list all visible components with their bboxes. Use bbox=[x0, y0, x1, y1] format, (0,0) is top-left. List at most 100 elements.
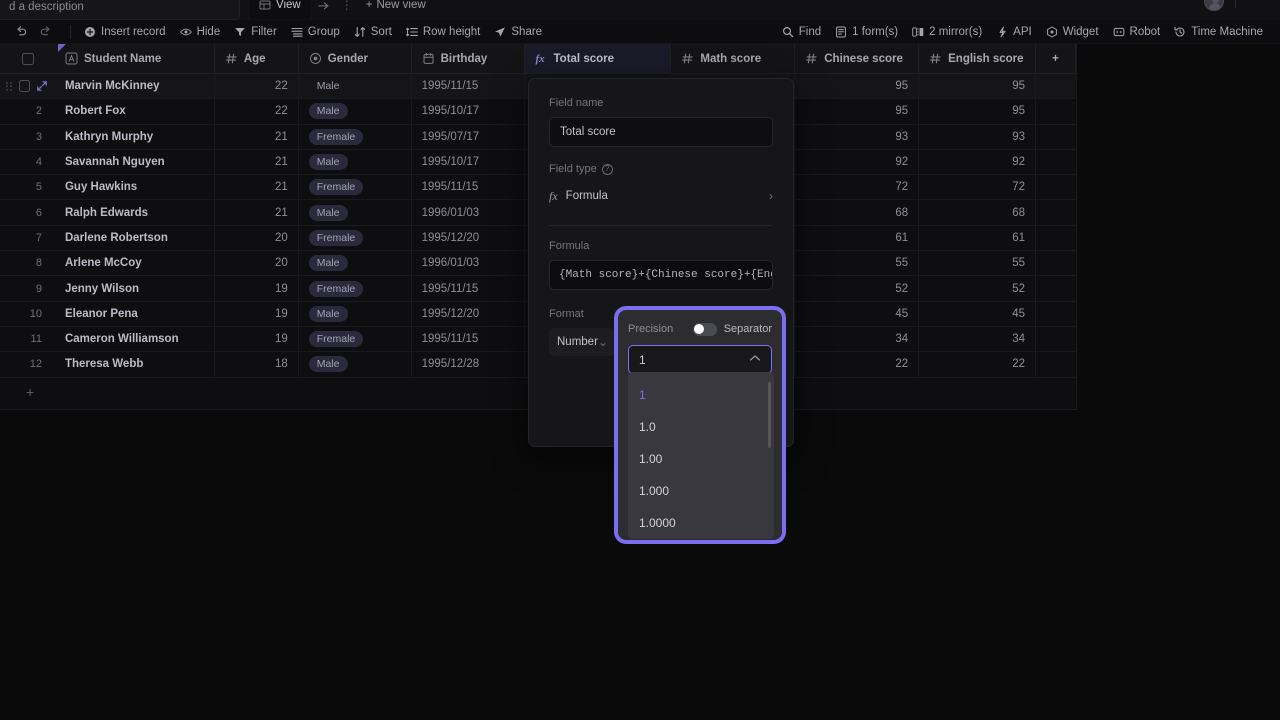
cell-student-name[interactable]: Robert Fox bbox=[58, 99, 215, 124]
cell-birthday[interactable]: 1996/01/03 bbox=[412, 251, 525, 276]
scrollbar-thumb[interactable] bbox=[768, 382, 771, 448]
field-type-select[interactable]: fx Formula › bbox=[549, 181, 773, 211]
cell-student-name[interactable]: Cameron Williamson bbox=[58, 326, 215, 352]
tab-view[interactable]: View bbox=[250, 0, 310, 19]
cell-age[interactable]: 19 bbox=[215, 276, 299, 301]
column-header-age[interactable]: Age bbox=[215, 44, 299, 73]
separator-toggle[interactable] bbox=[692, 322, 717, 336]
hide-button[interactable]: Hide bbox=[173, 21, 228, 43]
drag-handle-icon[interactable] bbox=[6, 80, 13, 92]
cell-student-name[interactable]: Kathryn Murphy bbox=[58, 124, 215, 149]
row-number-cell[interactable]: 10 bbox=[0, 302, 58, 326]
cell-chinese-score[interactable]: 45 bbox=[795, 301, 920, 326]
cell-chinese-score[interactable]: 55 bbox=[795, 251, 920, 276]
cell-age[interactable]: 22 bbox=[215, 99, 299, 124]
cell-english-score[interactable]: 68 bbox=[919, 200, 1037, 225]
cell-gender[interactable]: Fremale bbox=[299, 326, 412, 352]
cell-chinese-score[interactable]: 22 bbox=[795, 352, 920, 377]
mirrors-button[interactable]: 2 mirror(s) bbox=[905, 21, 989, 43]
cell-student-name[interactable]: Jenny Wilson bbox=[58, 276, 215, 301]
cell-gender[interactable]: Fremale bbox=[299, 175, 412, 200]
column-header-gender[interactable]: Gender bbox=[299, 44, 412, 73]
row-number-cell[interactable]: 4 bbox=[0, 150, 58, 174]
cell-student-name[interactable]: Theresa Webb bbox=[58, 352, 215, 377]
cell-birthday[interactable]: 1995/07/17 bbox=[412, 124, 525, 149]
cell-gender[interactable]: Male bbox=[299, 251, 412, 276]
cell-student-name[interactable]: Marvin McKinney bbox=[58, 74, 215, 99]
column-header-math-score[interactable]: Math score bbox=[671, 44, 796, 73]
cell-gender[interactable]: Male bbox=[299, 352, 412, 377]
column-header-english-score[interactable]: English score bbox=[919, 44, 1037, 73]
column-header-birthday[interactable]: Birthday bbox=[412, 44, 525, 73]
cell-chinese-score[interactable]: 34 bbox=[795, 326, 920, 352]
cell-birthday[interactable]: 1996/01/03 bbox=[412, 200, 525, 225]
cell-english-score[interactable]: 72 bbox=[919, 175, 1037, 200]
cell-student-name[interactable]: Eleanor Pena bbox=[58, 301, 215, 326]
cell-student-name[interactable]: Ralph Edwards bbox=[58, 200, 215, 225]
cell-age[interactable]: 19 bbox=[215, 301, 299, 326]
cell-chinese-score[interactable]: 92 bbox=[795, 149, 920, 175]
description-input[interactable]: d a description bbox=[0, 0, 240, 20]
cell-student-name[interactable]: Darlene Robertson bbox=[58, 225, 215, 251]
row-number-cell[interactable]: 12 bbox=[0, 352, 58, 376]
cell-birthday[interactable]: 1995/11/15 bbox=[412, 276, 525, 301]
precision-option[interactable]: 1.0 bbox=[628, 411, 774, 443]
precision-option[interactable]: 1.00 bbox=[628, 443, 774, 475]
help-icon[interactable]: ? bbox=[601, 163, 613, 175]
cell-age[interactable]: 18 bbox=[215, 352, 299, 377]
new-view-button[interactable]: + New view bbox=[356, 0, 436, 11]
robot-button[interactable]: Robot bbox=[1106, 21, 1168, 43]
cell-age[interactable]: 22 bbox=[215, 74, 299, 99]
cell-gender[interactable]: Male bbox=[299, 301, 412, 326]
row-number-cell[interactable]: 5 bbox=[0, 175, 58, 199]
cell-english-score[interactable]: 52 bbox=[919, 276, 1037, 301]
api-button[interactable]: API bbox=[989, 21, 1039, 43]
widget-button[interactable]: Widget bbox=[1039, 21, 1106, 43]
cell-age[interactable]: 21 bbox=[215, 175, 299, 200]
row-number-cell[interactable]: 6 bbox=[0, 200, 58, 224]
cell-student-name[interactable]: Savannah Nguyen bbox=[58, 149, 215, 175]
cell-english-score[interactable]: 95 bbox=[919, 74, 1036, 99]
more-vertical-icon[interactable]: ⋮ bbox=[338, 0, 356, 12]
cell-birthday[interactable]: 1995/12/20 bbox=[412, 301, 525, 326]
cell-age[interactable]: 21 bbox=[215, 200, 299, 225]
format-select[interactable]: Number ⌄ bbox=[549, 328, 615, 356]
cell-age[interactable]: 20 bbox=[215, 251, 299, 276]
row-height-button[interactable]: Row height bbox=[399, 21, 488, 43]
select-all-checkbox[interactable] bbox=[0, 44, 58, 73]
expand-record-icon[interactable] bbox=[36, 80, 48, 92]
precision-option[interactable]: 1.0000 bbox=[628, 507, 774, 539]
cell-english-score[interactable]: 45 bbox=[919, 301, 1037, 326]
precision-option[interactable]: 1 bbox=[628, 379, 774, 411]
cell-age[interactable]: 21 bbox=[215, 149, 299, 175]
cell-birthday[interactable]: 1995/11/15 bbox=[412, 326, 525, 352]
cell-chinese-score[interactable]: 61 bbox=[795, 225, 920, 251]
row-number-cell[interactable]: 9 bbox=[0, 276, 58, 300]
row-number-cell[interactable]: 11 bbox=[0, 327, 58, 351]
avatar[interactable] bbox=[1204, 0, 1224, 11]
cell-english-score[interactable]: 95 bbox=[919, 99, 1037, 124]
cell-gender[interactable]: Fremale bbox=[299, 124, 412, 149]
share-button[interactable]: Share bbox=[487, 21, 549, 43]
row-number-cell[interactable]: 8 bbox=[0, 251, 58, 275]
cell-chinese-score[interactable]: 68 bbox=[795, 200, 920, 225]
cell-age[interactable]: 21 bbox=[215, 124, 299, 149]
undo-icon[interactable] bbox=[10, 21, 32, 43]
cell-english-score[interactable]: 93 bbox=[919, 124, 1037, 149]
cell-chinese-score[interactable]: 95 bbox=[795, 74, 920, 99]
cell-gender[interactable]: Fremale bbox=[299, 225, 412, 251]
group-button[interactable]: Group bbox=[284, 21, 347, 43]
cell-gender[interactable]: Male bbox=[299, 99, 412, 124]
cell-chinese-score[interactable]: 93 bbox=[795, 124, 920, 149]
cell-student-name[interactable]: Arlene McCoy bbox=[58, 251, 215, 276]
sort-button[interactable]: Sort bbox=[347, 21, 399, 43]
cell-birthday[interactable]: 1995/12/28 bbox=[412, 352, 525, 377]
column-header-chinese-score[interactable]: Chinese score bbox=[795, 44, 920, 73]
row-checkbox[interactable] bbox=[18, 80, 30, 93]
field-name-input[interactable]: Total score bbox=[549, 117, 773, 147]
cell-gender[interactable]: Male bbox=[299, 149, 412, 175]
cell-english-score[interactable]: 22 bbox=[919, 352, 1037, 377]
cell-chinese-score[interactable]: 52 bbox=[795, 276, 920, 301]
cell-english-score[interactable]: 34 bbox=[919, 326, 1037, 352]
row-number-cell[interactable]: 7 bbox=[0, 226, 58, 250]
